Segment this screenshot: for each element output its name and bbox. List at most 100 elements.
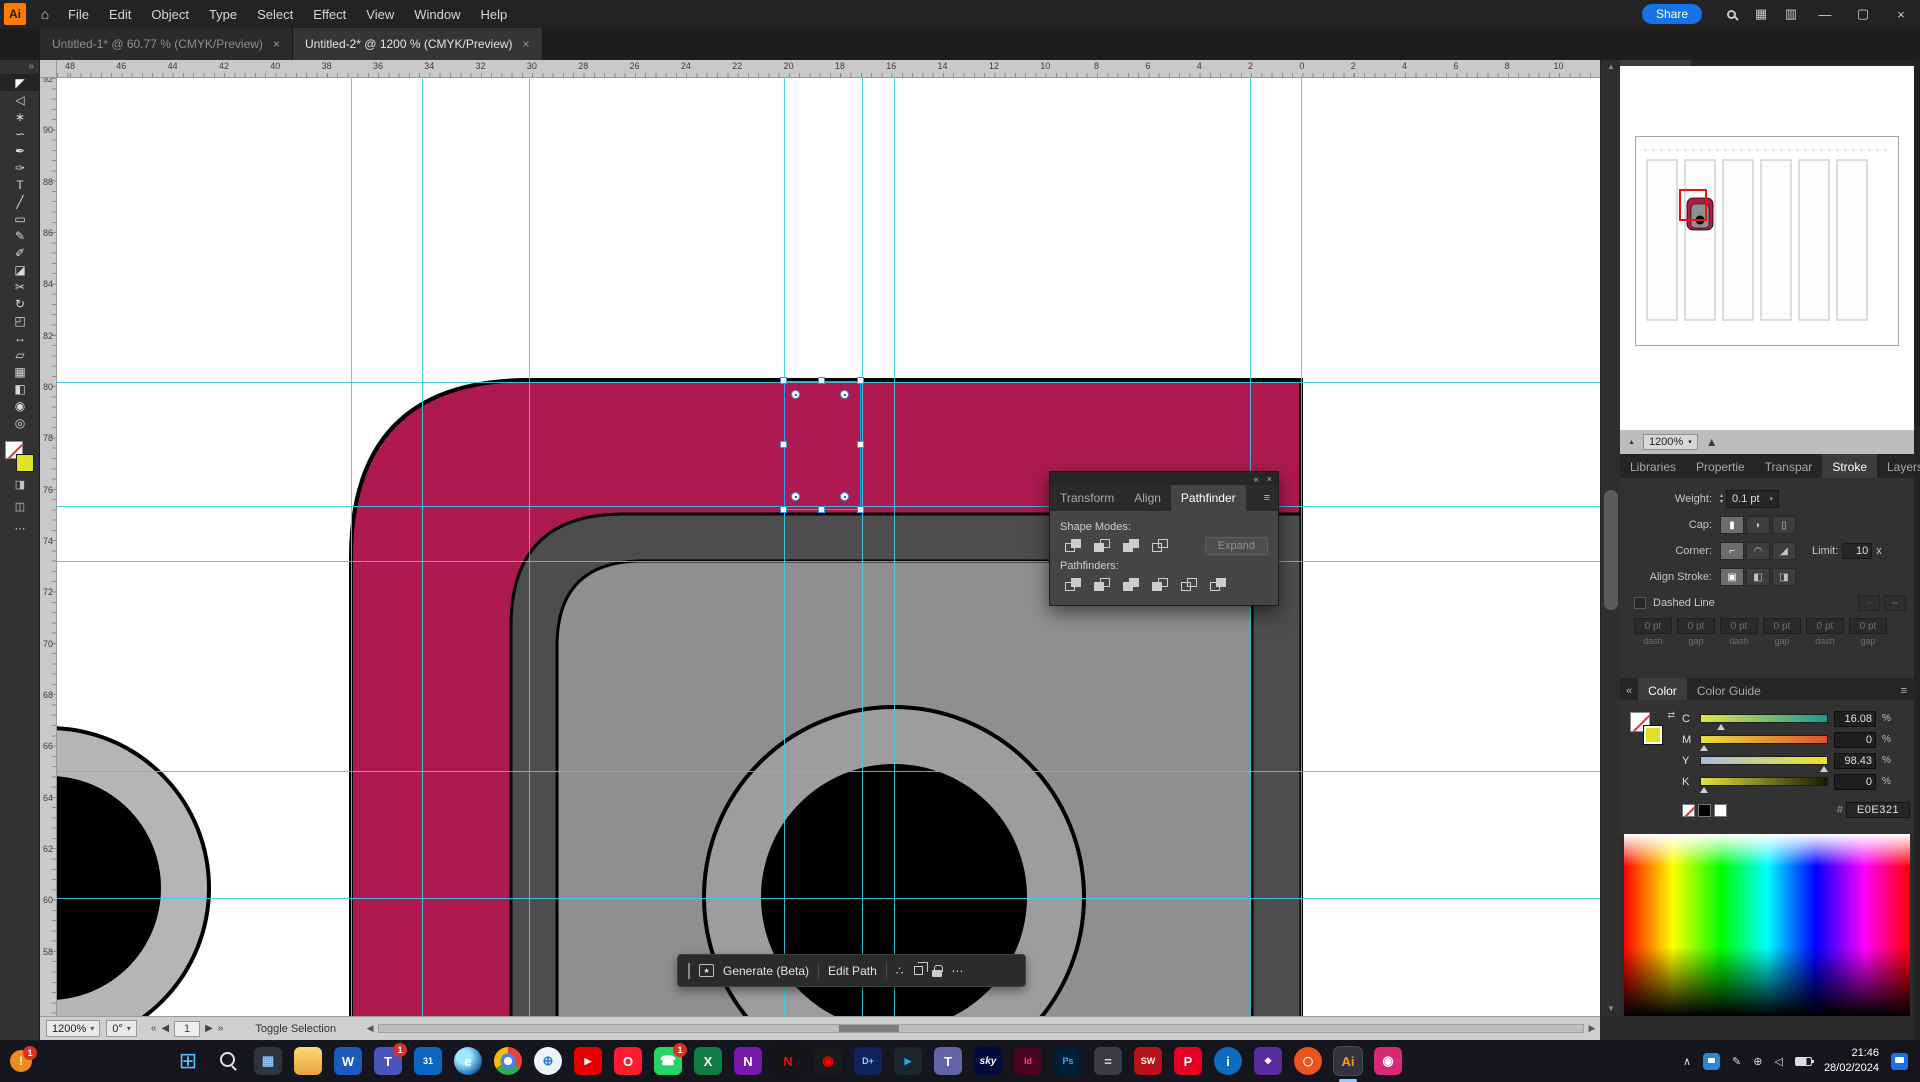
whatsapp-icon[interactable]: ☎ 1: [654, 1047, 682, 1075]
butt-cap-button[interactable]: ▮: [1720, 516, 1744, 534]
align-center-button[interactable]: ▣: [1720, 568, 1744, 586]
last-artboard-icon[interactable]: »: [218, 1023, 224, 1034]
slider-thumb[interactable]: [1820, 766, 1828, 772]
slider-track[interactable]: [1700, 735, 1828, 744]
notification-center-icon[interactable]: [1891, 1053, 1908, 1070]
dash-field[interactable]: 0 pt gap: [1849, 618, 1887, 646]
menu-item[interactable]: Type: [199, 0, 247, 28]
zoom-level-select[interactable]: 1200%▾: [46, 1020, 100, 1037]
fill-stroke-swatches[interactable]: [5, 441, 35, 473]
widgets-icon[interactable]: ▦: [254, 1047, 282, 1075]
panel-tab[interactable]: Libraries: [1620, 454, 1686, 480]
pinterest-icon[interactable]: P: [1174, 1047, 1202, 1075]
guide-horizontal[interactable]: [57, 771, 1600, 772]
network-icon[interactable]: ⊕: [1753, 1055, 1762, 1068]
line-segment-tool[interactable]: ╱: [0, 193, 40, 210]
collapse-panel-icon[interactable]: «: [1254, 474, 1259, 484]
bevel-join-button[interactable]: ◢: [1772, 542, 1796, 560]
lock-icon[interactable]: [932, 970, 942, 977]
align-dash-icon[interactable]: ┅: [1884, 595, 1906, 611]
tray-chevron-icon[interactable]: ∧: [1683, 1055, 1691, 1068]
scissors-tool[interactable]: ✂: [0, 278, 40, 295]
generate-button[interactable]: Generate (Beta): [723, 964, 809, 978]
outlook-calendar-icon[interactable]: 31: [414, 1047, 442, 1075]
selection-handle[interactable]: [780, 506, 787, 513]
black-swatch[interactable]: [1698, 804, 1711, 817]
scroll-up-icon[interactable]: ▲: [1601, 60, 1621, 74]
fill-stroke-proxy[interactable]: ⇄: [1630, 712, 1666, 748]
swap-fill-stroke-icon[interactable]: ⇄: [1667, 710, 1675, 721]
hex-value-field[interactable]: E0E321: [1846, 802, 1910, 818]
drag-handle[interactable]: [688, 963, 690, 979]
panel-menu-icon[interactable]: ≡: [1256, 485, 1278, 511]
panel-tab[interactable]: Stroke: [1822, 454, 1877, 480]
minus-front[interactable]: [1089, 536, 1115, 556]
dash-field[interactable]: 0 pt gap: [1763, 618, 1801, 646]
selection-handle[interactable]: [857, 377, 864, 384]
youtube-music-icon[interactable]: ◉: [814, 1047, 842, 1075]
selection-bounding-box[interactable]: [784, 381, 861, 510]
chrome-icon[interactable]: [494, 1047, 522, 1075]
miter-join-button[interactable]: ⌐: [1720, 542, 1744, 560]
previous-artboard-icon[interactable]: ◀: [161, 1023, 169, 1034]
more-options-icon[interactable]: ⋯: [951, 964, 963, 978]
pen-tool[interactable]: ✒: [0, 142, 40, 159]
menu-item[interactable]: Select: [247, 0, 303, 28]
edge-icon[interactable]: e: [454, 1047, 482, 1075]
scroll-right-icon[interactable]: ▶: [1584, 1023, 1600, 1034]
expand-button[interactable]: Expand: [1205, 537, 1268, 555]
toolbar-collapse-icon[interactable]: »: [0, 60, 39, 74]
photoshop-icon[interactable]: Ps: [1054, 1047, 1082, 1075]
anchor-point[interactable]: [791, 390, 800, 399]
panel-tab[interactable]: Propertie: [1686, 454, 1755, 480]
minimize-button[interactable]: —: [1806, 0, 1844, 28]
stroke-color-swatch[interactable]: [16, 454, 34, 472]
vertical-ruler[interactable]: 92 90 88 86 84 82 80 78 76 74 72 70: [40, 78, 57, 1016]
tab-close-icon[interactable]: ×: [273, 37, 280, 51]
prime-video-icon[interactable]: ▶: [894, 1047, 922, 1075]
vertical-scrollbar[interactable]: ▲ ▼: [1600, 60, 1620, 1016]
mesh-tool[interactable]: ▦: [0, 363, 40, 380]
rotation-select[interactable]: 0°▾: [106, 1020, 137, 1037]
panel-tab[interactable]: Transform: [1050, 485, 1124, 511]
tickets-icon[interactable]: ❖: [1254, 1047, 1282, 1075]
slider-track[interactable]: [1700, 777, 1828, 786]
slider-thumb[interactable]: [1717, 724, 1725, 730]
workspace-switcher-icon[interactable]: ▥: [1776, 0, 1806, 28]
next-artboard-icon[interactable]: ▶: [205, 1023, 213, 1034]
free-transform-tool[interactable]: ▱: [0, 346, 40, 363]
word-icon[interactable]: W: [334, 1047, 362, 1075]
panel-tab[interactable]: Layers: [1877, 454, 1920, 480]
close-panel-icon[interactable]: ×: [1267, 474, 1272, 484]
artboard-number-field[interactable]: 1: [174, 1021, 200, 1037]
edit-toolbar-icon[interactable]: ⋯: [0, 517, 40, 539]
menu-item[interactable]: Object: [141, 0, 199, 28]
gradient-tool[interactable]: ◧: [0, 380, 40, 397]
dash-field[interactable]: 0 pt dash: [1720, 618, 1758, 646]
round-cap-button[interactable]: ◗: [1746, 516, 1770, 534]
stroke-color-swatch[interactable]: [1643, 725, 1663, 745]
safari-icon[interactable]: ⊕: [534, 1047, 562, 1075]
share-button[interactable]: Share: [1642, 4, 1702, 24]
projecting-cap-button[interactable]: ▯: [1772, 516, 1796, 534]
intersect[interactable]: [1118, 536, 1144, 556]
instagram-icon[interactable]: ◉: [1374, 1047, 1402, 1075]
minus-back[interactable]: [1205, 575, 1231, 595]
anchor-point[interactable]: [840, 492, 849, 501]
disney-plus-icon[interactable]: D+: [854, 1047, 882, 1075]
close-button[interactable]: ×: [1882, 0, 1920, 28]
selection-handle[interactable]: [818, 377, 825, 384]
scale-tool[interactable]: ◰: [0, 312, 40, 329]
document-tab[interactable]: Untitled-2* @ 1200 % (CMYK/Preview) ×: [293, 28, 543, 60]
channel-value-field[interactable]: 16.08: [1834, 711, 1876, 727]
teams-classic-icon[interactable]: T: [934, 1047, 962, 1075]
panel-tab[interactable]: Transpar: [1755, 454, 1823, 480]
trim[interactable]: [1089, 575, 1115, 595]
curvature-tool[interactable]: ✑: [0, 159, 40, 176]
round-join-button[interactable]: ◠: [1746, 542, 1770, 560]
ubuntu-icon[interactable]: ◯: [1294, 1047, 1322, 1075]
width-tool[interactable]: ↔: [0, 329, 40, 346]
arrange-documents-icon[interactable]: ▦: [1746, 0, 1776, 28]
dashed-line-checkbox[interactable]: [1634, 597, 1646, 609]
slider-thumb[interactable]: [1700, 787, 1708, 793]
